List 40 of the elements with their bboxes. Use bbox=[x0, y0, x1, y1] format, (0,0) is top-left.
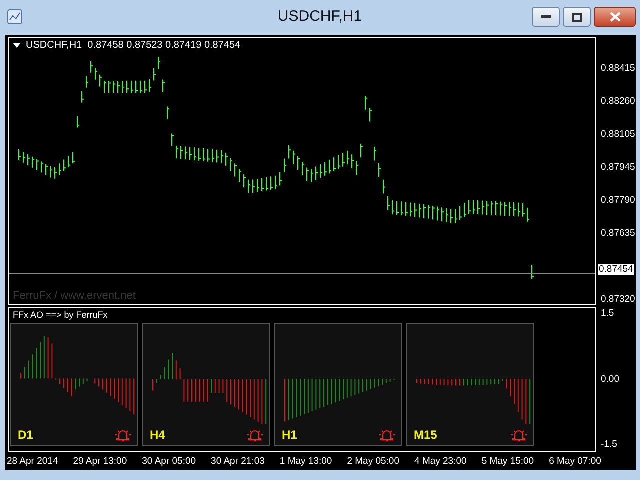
time-label: 4 May 23:00 bbox=[414, 456, 467, 466]
timeframe-label: H1 bbox=[282, 428, 298, 442]
scale-label: 0.00 bbox=[601, 374, 620, 384]
bell-icon bbox=[246, 428, 264, 442]
timeframe-label: H4 bbox=[150, 428, 166, 442]
chart-window-icon bbox=[7, 9, 23, 25]
price-label: 0.87790 bbox=[601, 195, 636, 206]
price-label: 0.88415 bbox=[601, 63, 636, 74]
time-label: 1 May 13:00 bbox=[280, 456, 332, 466]
minimize-button[interactable] bbox=[532, 7, 560, 27]
price-label: 0.87635 bbox=[601, 228, 636, 239]
close-icon bbox=[610, 12, 620, 22]
minimize-icon bbox=[541, 15, 551, 19]
watermark-text: FerruFx / www.ervent.net bbox=[13, 290, 136, 302]
indicator-title: FFx AO ==> by FerruFx bbox=[13, 310, 108, 320]
timeframe-label: M15 bbox=[414, 428, 438, 442]
maximize-icon bbox=[572, 12, 582, 22]
time-label: 30 Apr 05:00 bbox=[142, 456, 196, 466]
close-button[interactable] bbox=[594, 7, 636, 27]
window-title: USDCHF,H1 bbox=[278, 8, 362, 25]
price-label: 0.87320 bbox=[601, 294, 636, 305]
time-label: 29 Apr 13:00 bbox=[73, 456, 128, 466]
price-label: 0.87945 bbox=[601, 162, 636, 173]
time-label: 5 May 15:00 bbox=[482, 456, 534, 466]
scale-label: -1.5 bbox=[601, 439, 618, 450]
price-label: 0.88260 bbox=[601, 96, 636, 107]
time-label: 6 May 07:00 bbox=[549, 456, 602, 466]
price-label: 0.88105 bbox=[601, 129, 636, 140]
time-label: 30 Apr 21:03 bbox=[211, 456, 265, 466]
dropdown-icon[interactable] bbox=[13, 43, 21, 48]
scale-label: 1.5 bbox=[601, 308, 616, 319]
timeframe-label: D1 bbox=[18, 428, 34, 442]
bell-icon bbox=[510, 428, 528, 442]
current-price-tag: 0.87454 bbox=[598, 264, 634, 275]
bell-icon bbox=[378, 428, 396, 442]
bell-icon bbox=[114, 428, 132, 442]
symbol-quote: USDCHF,H1 0.87458 0.87523 0.87419 0.87454 bbox=[26, 40, 241, 51]
time-label: 28 Apr 2014 bbox=[7, 456, 58, 466]
time-label: 2 May 05:00 bbox=[347, 456, 400, 466]
maximize-button[interactable] bbox=[563, 7, 591, 27]
